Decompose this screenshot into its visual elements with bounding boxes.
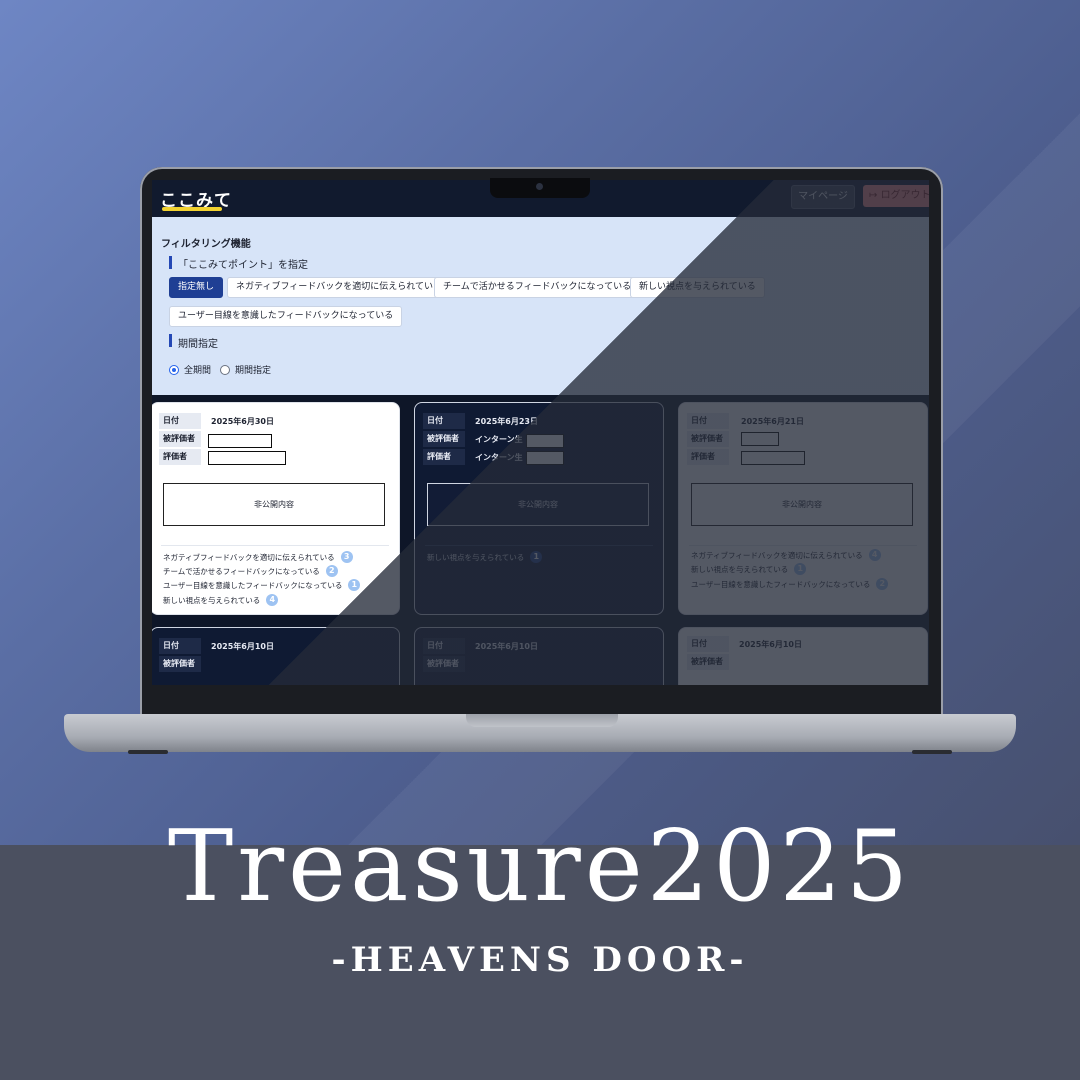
filter-panel: フィルタリング機能 「ここみてポイント」を指定 指定無し ネガティブフィードバッ…: [152, 217, 929, 395]
date-value: 2025年6月21日: [741, 417, 804, 426]
radio-label: 全期間: [184, 366, 212, 376]
mypage-button[interactable]: マイページ: [791, 185, 855, 209]
divider: [161, 545, 389, 546]
brand-title: Treasure2025: [167, 810, 913, 924]
evaluatee-masked: [208, 434, 272, 448]
date-value: 2025年6月10日: [211, 642, 274, 651]
laptop-foot: [128, 750, 168, 754]
chip-team-feedback[interactable]: チームで活かせるフィードバックになっている: [434, 277, 641, 298]
logout-label: ログアウト: [880, 190, 929, 201]
radio-checked-icon: [169, 364, 179, 375]
date-label: 日付: [687, 636, 729, 652]
point-row: ユーザー目線を意識したフィードバックになっている 2: [691, 578, 889, 590]
section-bar: [169, 334, 172, 347]
date-value: 2025年6月10日: [475, 642, 538, 651]
chip-negative-feedback[interactable]: ネガティブフィードバックを適切に伝えられている: [227, 277, 452, 298]
chip-none[interactable]: 指定無し: [169, 277, 224, 298]
evaluatee-label: 被評価者: [687, 431, 729, 447]
logout-arrow-icon: ↦: [869, 190, 881, 201]
evaluatee-value: インターン生: [475, 435, 523, 444]
date-value: 2025年6月30日: [211, 417, 274, 426]
evaluatee-label: 被評価者: [423, 656, 465, 672]
private-content: 非公開内容: [163, 483, 385, 526]
point-row: 新しい視点を与えられている 1: [691, 563, 807, 575]
evaluator-value: インターン生: [475, 453, 523, 462]
feedback-card[interactable]: 日付 2025年6月30日 被評価者 評価者 非公開内容 ネガティブフィードバッ…: [152, 402, 400, 615]
evaluatee-label: 被評価者: [159, 431, 201, 447]
point-row: ネガティブフィードバックを適切に伝えられている 3: [163, 551, 353, 563]
point-row: 新しい視点を与えられている 4: [163, 594, 279, 606]
date-value: 2025年6月23日: [475, 417, 538, 426]
radio-label: 期間指定: [235, 366, 272, 376]
section-bar: [169, 256, 172, 269]
divider: [425, 545, 653, 546]
feedback-card[interactable]: 日付 2025年6月10日 被評価者: [678, 627, 928, 685]
evaluatee-label: 被評価者: [159, 656, 201, 672]
point-row: 新しい視点を与えられている 1: [427, 551, 543, 563]
feedback-card[interactable]: 日付 2025年6月21日 被評価者 評価者 非公開内容 ネガティブフィードバッ…: [678, 402, 928, 615]
private-content: 非公開内容: [427, 483, 649, 526]
feedback-card[interactable]: 日付 2025年6月10日 被評価者: [414, 627, 664, 685]
feedback-card[interactable]: 日付 2025年6月23日 被評価者 インターン生 評価者 インターン生 非公開…: [414, 402, 664, 615]
laptop-screen: ここみて マイページ ↦ ログアウト フィルタリング機能 「ここみてポイント」を…: [152, 180, 929, 685]
logout-button[interactable]: ↦ ログアウト: [863, 185, 929, 207]
date-label: 日付: [423, 638, 465, 654]
feedback-card[interactable]: 日付 2025年6月10日 被評価者: [152, 627, 400, 685]
evaluatee-label: 被評価者: [687, 654, 729, 670]
chip-new-perspective[interactable]: 新しい視点を与えられている: [630, 277, 765, 298]
logo-underline: [162, 207, 222, 211]
radio-unchecked-icon: [220, 364, 230, 375]
brand-subtitle: -HEAVENS DOOR-: [331, 940, 749, 980]
point-row: ネガティブフィードバックを適切に伝えられている 4: [691, 549, 881, 561]
evaluatee-masked: [741, 432, 779, 446]
evaluator-label: 評価者: [159, 449, 201, 465]
evaluator-label: 評価者: [687, 449, 729, 465]
point-section-label: 「ここみてポイント」を指定: [178, 260, 308, 271]
radio-specify-period[interactable]: 期間指定: [220, 363, 271, 376]
point-row: チームで活かせるフィードバックになっている 2: [163, 565, 338, 577]
divider: [689, 545, 917, 546]
evaluatee-label: 被評価者: [423, 431, 465, 447]
laptop-foot: [912, 750, 952, 754]
evaluator-masked: [526, 451, 564, 465]
evaluator-masked: [208, 451, 286, 465]
private-content: 非公開内容: [691, 483, 913, 526]
date-label: 日付: [159, 638, 201, 654]
filter-title: フィルタリング機能: [161, 239, 251, 250]
date-label: 日付: [423, 413, 465, 429]
evaluator-masked: [741, 451, 805, 465]
period-section-label: 期間指定: [178, 339, 218, 350]
date-value: 2025年6月10日: [739, 640, 802, 649]
camera-icon: [536, 183, 543, 190]
laptop-base-notch: [466, 714, 618, 727]
radio-all-period[interactable]: 全期間: [169, 363, 211, 376]
date-label: 日付: [687, 413, 729, 429]
point-row: ユーザー目線を意識したフィードバックになっている 1: [163, 579, 361, 591]
date-label: 日付: [159, 413, 201, 429]
cards-area: 日付 2025年6月30日 被評価者 評価者 非公開内容 ネガティブフィードバッ…: [152, 395, 929, 685]
evaluatee-masked: [526, 434, 564, 448]
evaluator-label: 評価者: [423, 449, 465, 465]
chip-user-perspective[interactable]: ユーザー目線を意識したフィードバックになっている: [169, 306, 403, 327]
